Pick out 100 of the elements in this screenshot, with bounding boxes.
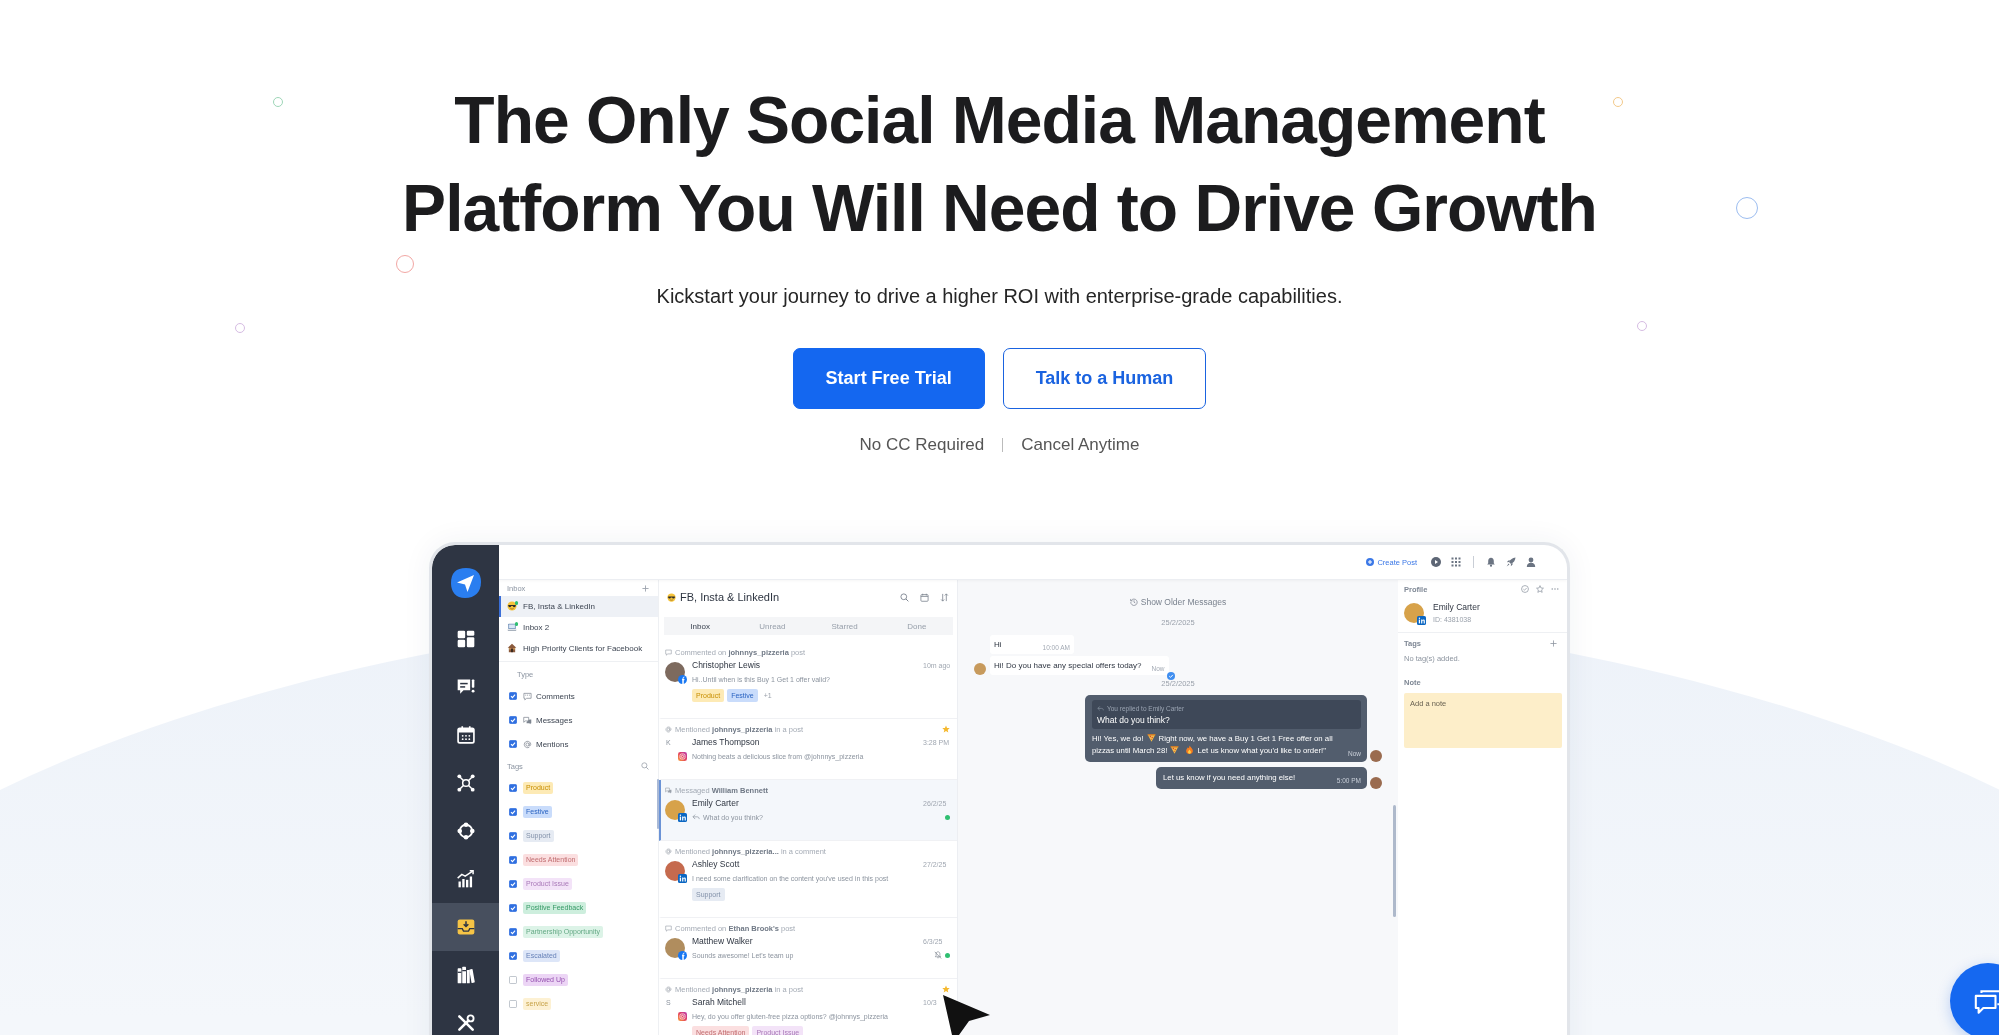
reply-icon xyxy=(1097,705,1104,712)
avatar xyxy=(974,663,986,675)
bar-chart-icon xyxy=(455,869,476,889)
contact-name: Sarah Mitchell xyxy=(692,997,747,1007)
checkbox[interactable] xyxy=(509,692,517,700)
tab[interactable]: Inbox xyxy=(664,617,737,635)
plus-circle-icon xyxy=(1366,558,1375,566)
checkbox[interactable] xyxy=(509,1000,517,1008)
hero-heading: The Only Social Media Management Platform You Will Need to Drive Growth xyxy=(401,82,1598,247)
older-messages-link[interactable]: Show Older Messages xyxy=(1129,594,1227,610)
plus-icon[interactable] xyxy=(1550,639,1557,647)
avatar xyxy=(665,662,685,682)
avatar xyxy=(665,938,685,958)
star-icon[interactable] xyxy=(1536,585,1544,593)
chat-bubbles-icon xyxy=(523,715,532,725)
user-icon[interactable] xyxy=(1526,557,1536,567)
star-icon[interactable] xyxy=(942,725,950,733)
checkbox[interactable] xyxy=(509,880,517,888)
filter-label: Comments xyxy=(536,691,575,701)
filter-label: Messages xyxy=(536,715,573,725)
calendar-icon xyxy=(455,725,476,745)
checkbox[interactable] xyxy=(509,856,517,864)
social-badge-icon xyxy=(678,951,687,960)
star-icon[interactable] xyxy=(942,985,950,993)
sunglasses-emoji-icon xyxy=(667,592,676,602)
grid-icon[interactable] xyxy=(1451,557,1461,567)
comment-icon xyxy=(665,648,672,656)
scrollbar[interactable] xyxy=(1393,805,1396,917)
inbox-item[interactable]: High Priority Clients for Facebook xyxy=(499,638,658,659)
cursor-icon xyxy=(942,994,992,1035)
house-icon xyxy=(507,643,517,653)
checkbox[interactable] xyxy=(509,904,517,912)
checkbox[interactable] xyxy=(509,740,517,748)
laptop-icon xyxy=(507,622,517,632)
sidebar-item[interactable] xyxy=(432,903,499,951)
pizza-icon xyxy=(1146,733,1156,742)
avatar xyxy=(1404,602,1424,623)
contact-name: Ashley Scott xyxy=(692,859,741,869)
outline-button[interactable]: Talk to a Human xyxy=(1002,348,1207,409)
avatar xyxy=(1370,777,1382,789)
quoted-text: What do you think? xyxy=(1097,714,1171,726)
checkbox[interactable] xyxy=(509,832,517,840)
sunglasses-emoji-icon xyxy=(507,601,517,611)
filter-label: Mentions xyxy=(536,739,569,749)
social-badge-icon xyxy=(678,813,687,822)
play-icon[interactable] xyxy=(1431,557,1441,567)
bell-icon[interactable] xyxy=(1486,557,1496,567)
checkbox[interactable] xyxy=(509,716,517,724)
social-badge-icon xyxy=(678,752,687,761)
chat-bubbles-icon xyxy=(665,786,672,794)
contact-name: Matthew Walker xyxy=(692,936,754,946)
sort-icon[interactable] xyxy=(940,592,949,602)
inbox-tray-icon xyxy=(455,917,476,937)
paper-plane-logo-icon[interactable] xyxy=(449,567,482,599)
checkbox[interactable] xyxy=(509,808,517,816)
inbox-item[interactable]: FB, Insta & LinkedIn xyxy=(499,596,658,617)
contact-name: James Thompson xyxy=(692,737,761,747)
message-text: Hi xyxy=(994,639,1002,650)
contact-name: Emily Carter xyxy=(1433,601,1480,614)
fire-icon xyxy=(1185,745,1195,754)
books-icon xyxy=(455,965,476,985)
check-circle-icon[interactable] xyxy=(1521,585,1529,593)
scrollbar[interactable] xyxy=(657,779,659,829)
search-icon[interactable] xyxy=(900,592,909,602)
contact-name: Emily Carter xyxy=(692,798,740,808)
checkbox[interactable] xyxy=(509,976,517,984)
tools-icon xyxy=(455,1013,476,1033)
avatar xyxy=(665,800,685,820)
note-text: No CC Required xyxy=(859,434,985,456)
plus-icon[interactable] xyxy=(642,584,649,592)
checkbox[interactable] xyxy=(509,952,517,960)
primary-button[interactable]: Start Free Trial xyxy=(792,348,985,409)
rocket-icon[interactable] xyxy=(1506,557,1516,567)
social-badge-icon xyxy=(1417,615,1426,625)
social-badge-icon xyxy=(678,874,687,883)
history-icon xyxy=(1129,598,1138,606)
pizza-icon xyxy=(1170,745,1180,754)
avatar xyxy=(1370,750,1382,762)
contact-name: Christopher Lewis xyxy=(692,660,762,670)
social-badge-icon xyxy=(678,675,687,684)
message-text: Hi! Do you have any special offers today? xyxy=(994,660,1142,671)
social-badge-icon xyxy=(678,1012,687,1021)
at-sign-icon xyxy=(665,725,672,733)
calendar-icon[interactable] xyxy=(920,592,929,602)
inbox-item[interactable]: Inbox 2 xyxy=(499,617,658,638)
checkbox[interactable] xyxy=(509,784,517,792)
network-icon xyxy=(455,773,476,793)
dashboard-icon xyxy=(455,629,476,649)
circle-nodes-icon xyxy=(455,821,476,841)
inbox-title: FB, Insta & LinkedIn xyxy=(680,591,781,603)
hero-subheading: Kickstart your journey to drive a higher ROI with enterprise-grade capabilities. xyxy=(656,284,1343,309)
checkbox[interactable] xyxy=(509,928,517,936)
chat-icon xyxy=(1973,987,1999,1015)
comment-icon xyxy=(523,691,532,701)
avatar xyxy=(665,861,685,881)
at-sign-icon xyxy=(665,847,672,855)
at-sign-icon xyxy=(523,739,532,749)
comment-icon xyxy=(665,924,672,932)
note-text: Cancel Anytime xyxy=(1021,434,1140,456)
at-sign-icon xyxy=(665,985,672,993)
